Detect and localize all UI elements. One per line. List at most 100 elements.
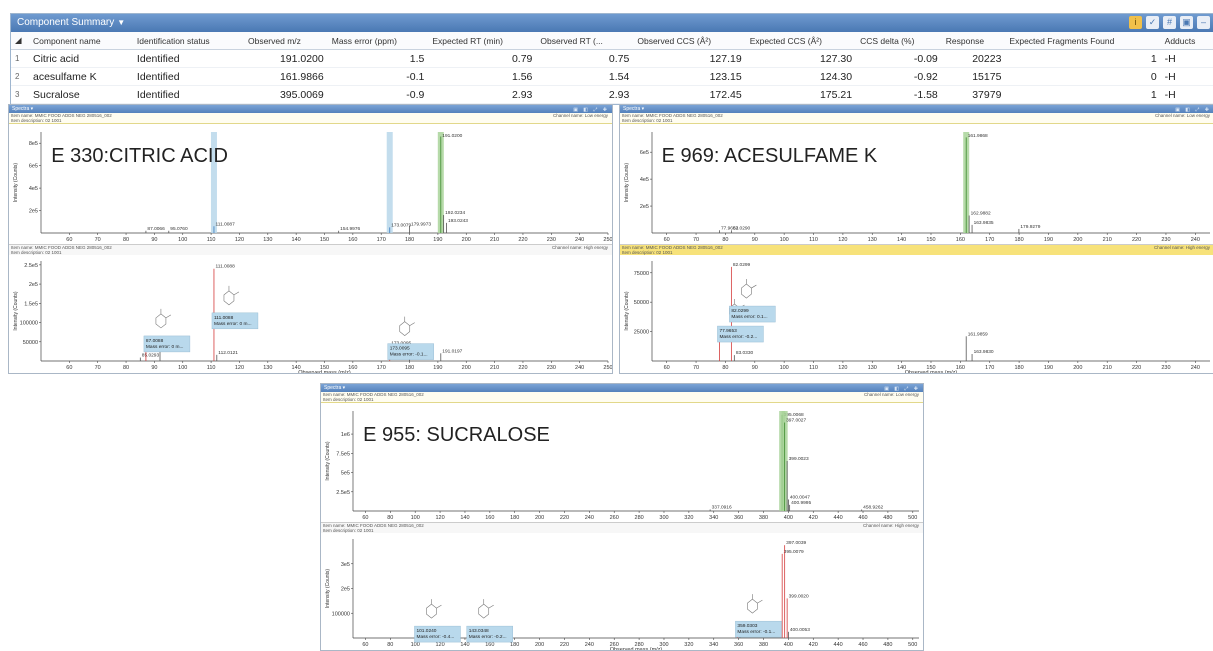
x-tick-label: 180 — [405, 237, 414, 243]
spectrum-panel-sucralose: Spectra ▾ ▣ ◧ ⤢ ✚ Item name: MMIC FOOD ADD… — [320, 383, 924, 651]
cell-idx: 2 — [11, 67, 29, 86]
spectrum-title: Spectra ▾ — [12, 106, 34, 112]
cell-mz: 161.9866 — [243, 67, 328, 86]
cell-status: Identified — [132, 85, 244, 104]
column-header[interactable]: Observed CCS (Å²) — [633, 32, 746, 50]
item-description: Item description: 02 1001 — [11, 118, 62, 123]
x-tick-label: 130 — [263, 237, 272, 243]
x-tick-label: 400 — [784, 515, 793, 521]
fragment-annotation[interactable]: 173.0095Mass error: -0.1... — [387, 343, 434, 360]
peak-label: 95.0760 — [170, 226, 188, 232]
peak-label: 192.0234 — [445, 210, 465, 216]
check-icon[interactable]: ✓ — [1146, 16, 1159, 29]
y-tick-label: 6e5 — [640, 150, 649, 156]
y-tick-label: 7.5e5 — [336, 451, 350, 457]
annotation-mass: 143.0348 — [469, 628, 489, 634]
peak-label: 191.0200 — [442, 133, 462, 139]
peak-label: 400.0053 — [790, 627, 810, 633]
x-tick-label: 60 — [362, 515, 368, 521]
annotation-mass: 359.0303 — [737, 623, 757, 629]
x-tick-label: 200 — [462, 365, 471, 371]
x-tick-label: 130 — [868, 237, 877, 243]
fragment-annotation[interactable]: 359.0303Mass error: -0.1... — [735, 620, 782, 638]
column-header[interactable]: Response — [941, 32, 1006, 50]
cell-ort: 2.93 — [536, 85, 634, 104]
column-header[interactable]: Component name — [29, 32, 133, 50]
fragment-annotation[interactable]: 143.0348Mass error: -0.2... — [466, 625, 513, 643]
peak-label: 83.0330 — [736, 350, 754, 356]
y-tick-label: 2e5 — [640, 204, 649, 210]
x-tick-label: 140 — [460, 515, 469, 521]
x-tick-label: 70 — [693, 237, 699, 243]
column-header[interactable]: Observed m/z — [243, 32, 328, 50]
cell-name: Citric acid — [29, 49, 133, 68]
table-row[interactable]: 2 acesulfame K Identified 161.9866 -0.1 1.56 1… — [11, 67, 1213, 86]
fragment-annotation[interactable]: 111.0088Mass error: 0 m... — [211, 312, 259, 330]
x-tick-label: 70 — [693, 365, 699, 371]
x-tick-label: 90 — [752, 237, 758, 243]
column-header[interactable]: Identification status — [132, 32, 244, 50]
peak-label: 400.9995 — [791, 500, 811, 506]
x-tick-label: 420 — [809, 515, 818, 521]
spectrum-titlebar[interactable]: Spectra ▾ ▣ ◧ ⤢ ✚ — [321, 384, 923, 392]
column-header[interactable]: Adducts — [1160, 32, 1213, 50]
export-icon[interactable]: ▣ — [1180, 16, 1193, 29]
x-tick-label: 240 — [585, 515, 594, 521]
fragment-annotation[interactable]: 87.0088Mass error: 0 m... — [143, 335, 191, 353]
spectrum-title: Spectra ▾ — [324, 385, 346, 391]
peak-label: 397.0039 — [786, 540, 806, 546]
item-description: Item description: 02 1001 — [622, 250, 673, 255]
x-tick-label: 240 — [1191, 237, 1200, 243]
low-energy-spectrum: 2.5e5 5e5 7.5e5 1e6 Intensity (Counts) 60 80 10… — [325, 411, 919, 521]
x-tick-label: 240 — [1191, 365, 1200, 371]
fragment-annotation[interactable]: 82.0299Mass error: 0.1... — [729, 305, 776, 323]
chevron-down-icon[interactable]: ▼ — [117, 18, 125, 27]
x-tick-label: 210 — [1103, 365, 1112, 371]
annotation-error: Mass error: -0.4... — [416, 634, 454, 640]
high-energy-spectrum: 25000 50000 75000 Intensity (Counts) 60 70 80 9… — [624, 261, 1210, 373]
peak-label: 458.9262 — [863, 504, 883, 510]
cell-eccs: 124.30 — [745, 67, 857, 86]
x-axis-label: Observed mass (m/z) — [610, 647, 663, 651]
x-tick-label: 200 — [535, 642, 544, 648]
minimize-icon[interactable]: – — [1197, 16, 1210, 29]
column-header[interactable]: Observed RT (... — [536, 32, 634, 50]
molecule-structure-icon — [478, 599, 494, 619]
column-header[interactable]: Mass error (ppm) — [327, 32, 429, 50]
spectrum-titlebar[interactable]: Spectra ▾ ▣ ◧ ⤢ ✚ — [9, 105, 612, 113]
cell-delta: -1.58 — [856, 85, 942, 104]
hash-icon[interactable]: # — [1163, 16, 1176, 29]
spectrum-titlebar[interactable]: Spectra ▾ ▣ ◧ ⤢ ✚ — [620, 105, 1213, 113]
y-tick-label: 4e5 — [640, 177, 649, 183]
table-row[interactable]: 1 Citric acid Identified 191.0200 1.5 0.79 0.7… — [11, 49, 1213, 68]
x-tick-label: 200 — [462, 237, 471, 243]
molecule-structure-icon — [223, 285, 240, 306]
channel-name: Channel name: Low energy — [1154, 113, 1210, 118]
table-row[interactable]: 3 Sucralose Identified 395.0069 -0.9 2.93 2.93… — [11, 85, 1213, 104]
x-tick-label: 420 — [809, 642, 818, 648]
x-tick-label: 220 — [560, 515, 569, 521]
cell-frag: 1 — [1005, 85, 1161, 104]
fragment-annotation[interactable]: 101.0240Mass error: -0.4... — [414, 625, 461, 643]
column-header[interactable]: CCS delta (%) — [856, 32, 942, 50]
x-tick-label: 90 — [151, 237, 157, 243]
x-tick-label: 180 — [510, 642, 519, 648]
x-tick-label: 140 — [897, 237, 906, 243]
x-tick-label: 80 — [123, 237, 129, 243]
fragment-annotation[interactable]: 77.9653Mass error: -0.2... — [717, 325, 764, 343]
component-summary-titlebar[interactable]: Component Summary ▼ i ✓ # ▣ – — [11, 14, 1213, 32]
low-energy-spectrum: 2e5 4e5 6e5 8e5 Intensity (Counts) 60 70 80 90 10… — [13, 132, 612, 243]
x-tick-label: 180 — [1015, 237, 1024, 243]
y-tick-label: 3e5 — [341, 562, 350, 568]
x-tick-label: 110 — [207, 365, 216, 371]
peak-label: 179.9279 — [1020, 224, 1040, 230]
column-header[interactable]: Expected CCS (Å²) — [745, 32, 857, 50]
annotation-error: Mass error: -0.1... — [390, 352, 428, 358]
spectrum-panel-citric-acid: Spectra ▾ ▣ ◧ ⤢ ✚ Item name: MMIC FOOD ADD… — [8, 104, 613, 374]
column-header[interactable]: Expected RT (min) — [428, 32, 537, 50]
y-axis-label: Intensity (Counts) — [325, 441, 331, 481]
info-icon[interactable]: i — [1129, 16, 1142, 29]
peak-label: 173.0079 — [391, 222, 411, 228]
column-header[interactable]: Expected Fragments Found — [1005, 32, 1161, 50]
x-tick-label: 170 — [985, 365, 994, 371]
